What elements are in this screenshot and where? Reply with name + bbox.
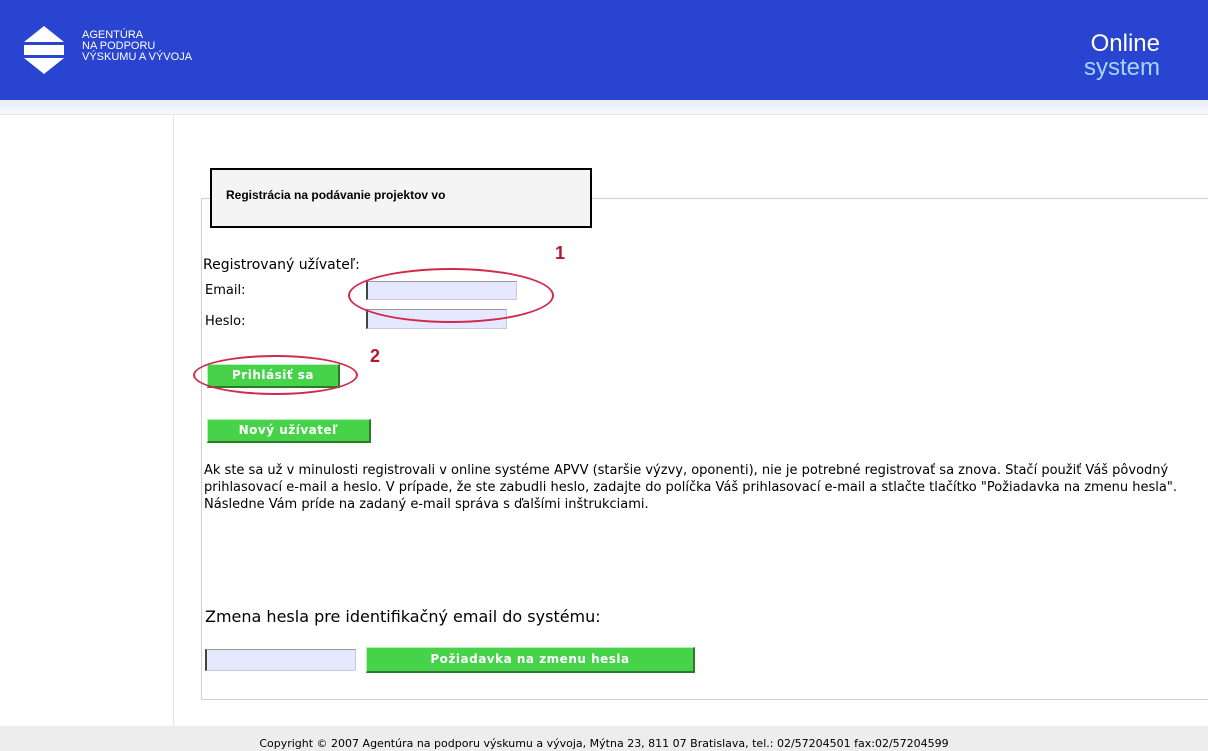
change-password-email-field[interactable] <box>205 649 356 671</box>
left-column-divider <box>173 115 174 727</box>
section-title: Registrácia na podávanie projektov vo <box>226 188 446 202</box>
registration-info-text: Ak ste sa už v minulosti registrovali v … <box>204 463 1177 512</box>
online-system-logo: Online system <box>1084 32 1160 80</box>
change-password-button[interactable]: Požiadavka na zmenu hesla <box>366 647 695 673</box>
registered-user-heading: Registrovaný užívateľ: <box>203 257 360 273</box>
footer: Copyright © 2007 Agentúra na podporu výs… <box>0 726 1208 751</box>
brand-name[interactable]: AGENTÚRA NA PODPORU VÝSKUMU A VÝVOJA <box>82 30 192 63</box>
annotation-marker-2: 2 <box>370 346 381 366</box>
online-label: Online <box>1090 30 1160 57</box>
header-subbar <box>0 100 1208 115</box>
section-title-box: Registrácia na podávanie projektov vo <box>210 168 592 228</box>
site-header: AGENTÚRA NA PODPORU VÝSKUMU A VÝVOJA Onl… <box>0 0 1208 100</box>
change-password-title: Zmena hesla pre identifikačný email do s… <box>205 607 601 626</box>
footer-copyright: Copyright © 2007 Agentúra na podporu výs… <box>259 737 949 750</box>
email-label: Email: <box>205 283 246 298</box>
new-user-button[interactable]: Nový užívateľ <box>207 419 371 443</box>
annotation-ellipse-2 <box>193 355 358 395</box>
brand-line-3: VÝSKUMU A VÝVOJA <box>82 51 193 63</box>
annotation-marker-1: 1 <box>555 243 566 263</box>
annotation-ellipse-1 <box>348 268 554 323</box>
system-label: system <box>1083 54 1160 81</box>
apvv-logo-icon <box>24 26 64 74</box>
password-label: Heslo: <box>205 314 246 329</box>
